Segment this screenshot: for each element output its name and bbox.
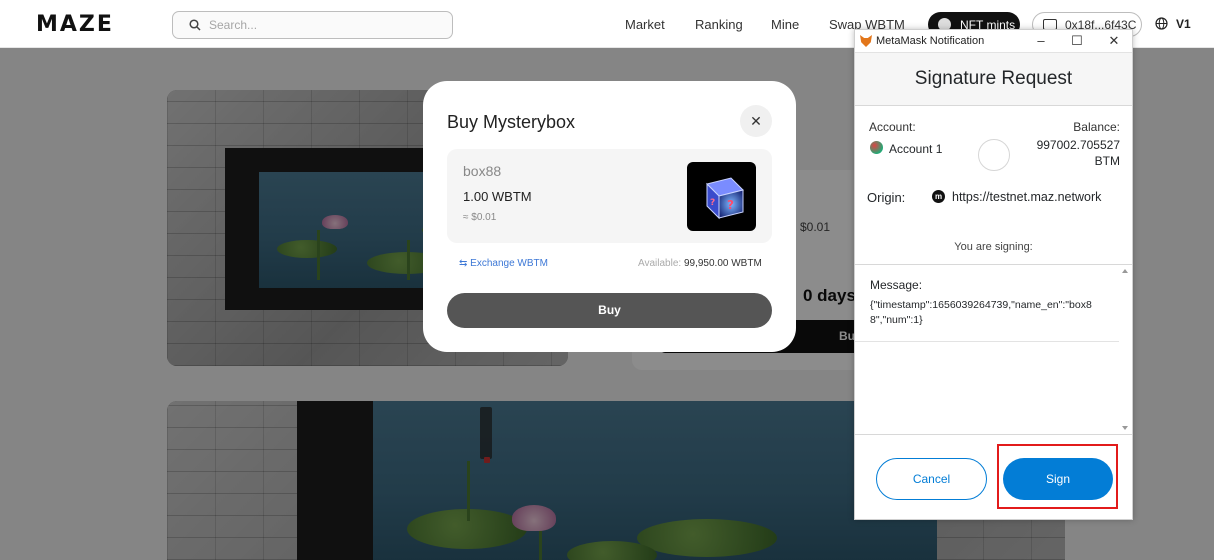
dialog-title: Buy Mysterybox (447, 112, 576, 132)
exchange-wbtm-label: Exchange WBTM (470, 258, 548, 269)
buy-mysterybox-dialog: Buy Mysterybox ✕ box88 1.00 WBTM ≈ $0.01… (423, 81, 796, 352)
balance-unit: BTM (1094, 154, 1120, 168)
message-text: {"timestamp":1656039264739,"name_en":"bo… (870, 299, 1092, 326)
available-label: Available: (638, 258, 682, 269)
sign-button-highlight (997, 444, 1118, 509)
nav-link-market[interactable]: Market (625, 17, 665, 32)
svg-text:?: ? (727, 198, 734, 212)
mysterybox-item-card: box88 1.00 WBTM ≈ $0.01 ? ? (447, 149, 772, 243)
globe-icon[interactable] (1155, 17, 1168, 30)
close-icon: ✕ (750, 113, 762, 129)
message-label: Message: (870, 278, 923, 292)
site-favicon-icon: m (932, 190, 945, 203)
close-button[interactable]: ✕ (740, 105, 772, 137)
balance-label: Balance: (1073, 120, 1120, 134)
search-icon (189, 19, 201, 31)
mystery-cube-icon: ? ? (706, 177, 744, 220)
search-input[interactable]: Search... (172, 11, 453, 39)
swap-icon: ⇆ (459, 258, 471, 269)
maze-logo[interactable]: MAZE (36, 12, 114, 37)
message-scrollbar[interactable] (1120, 267, 1130, 432)
window-titlebar: MetaMask Notification – ☐ ✕ (855, 30, 1132, 53)
nav-link-ranking[interactable]: Ranking (695, 17, 743, 32)
request-header: Signature Request (855, 53, 1132, 106)
available-balance: Available: 99,950.00 WBTM (638, 258, 762, 269)
metamask-fox-icon (860, 35, 872, 47)
scroll-up-arrow-icon[interactable] (1122, 269, 1128, 273)
item-name: box88 (463, 163, 502, 179)
signature-request-heading: Signature Request (914, 68, 1073, 89)
search-placeholder: Search... (209, 18, 258, 32)
message-divider (855, 341, 1119, 342)
mysterybox-thumbnail: ? ? (687, 162, 756, 231)
balance-value: 997002.705527 (1036, 138, 1120, 152)
message-panel[interactable]: Message: {"timestamp":1656039264739,"nam… (855, 264, 1132, 435)
account-label: Account: (869, 120, 916, 134)
exchange-wbtm-link[interactable]: ⇆ Exchange WBTM (459, 258, 548, 269)
signing-label: You are signing: (954, 241, 1033, 253)
svg-text:?: ? (710, 198, 715, 208)
buy-button[interactable]: Buy (447, 293, 772, 328)
identicon (978, 139, 1010, 171)
item-price: 1.00 WBTM (463, 189, 532, 204)
nav-link-mine[interactable]: Mine (771, 17, 799, 32)
scroll-down-arrow-icon[interactable] (1122, 426, 1128, 430)
cancel-label: Cancel (912, 472, 951, 486)
account-name: Account 1 (889, 142, 943, 156)
origin-label: Origin: (867, 190, 906, 205)
maximize-button[interactable]: ☐ (1071, 33, 1083, 49)
item-usd-estimate: ≈ $0.01 (463, 212, 497, 223)
version-selector[interactable]: V1 (1176, 17, 1191, 31)
origin-url: https://testnet.maz.network (952, 190, 1102, 204)
minimize-button[interactable]: – (1035, 33, 1047, 48)
buy-label: Buy (598, 303, 621, 317)
window-title: MetaMask Notification (876, 35, 985, 47)
account-avatar-icon (870, 141, 883, 154)
cancel-button[interactable]: Cancel (876, 458, 987, 500)
window-close-button[interactable]: ✕ (1108, 33, 1120, 49)
available-value: 99,950.00 WBTM (683, 258, 762, 269)
